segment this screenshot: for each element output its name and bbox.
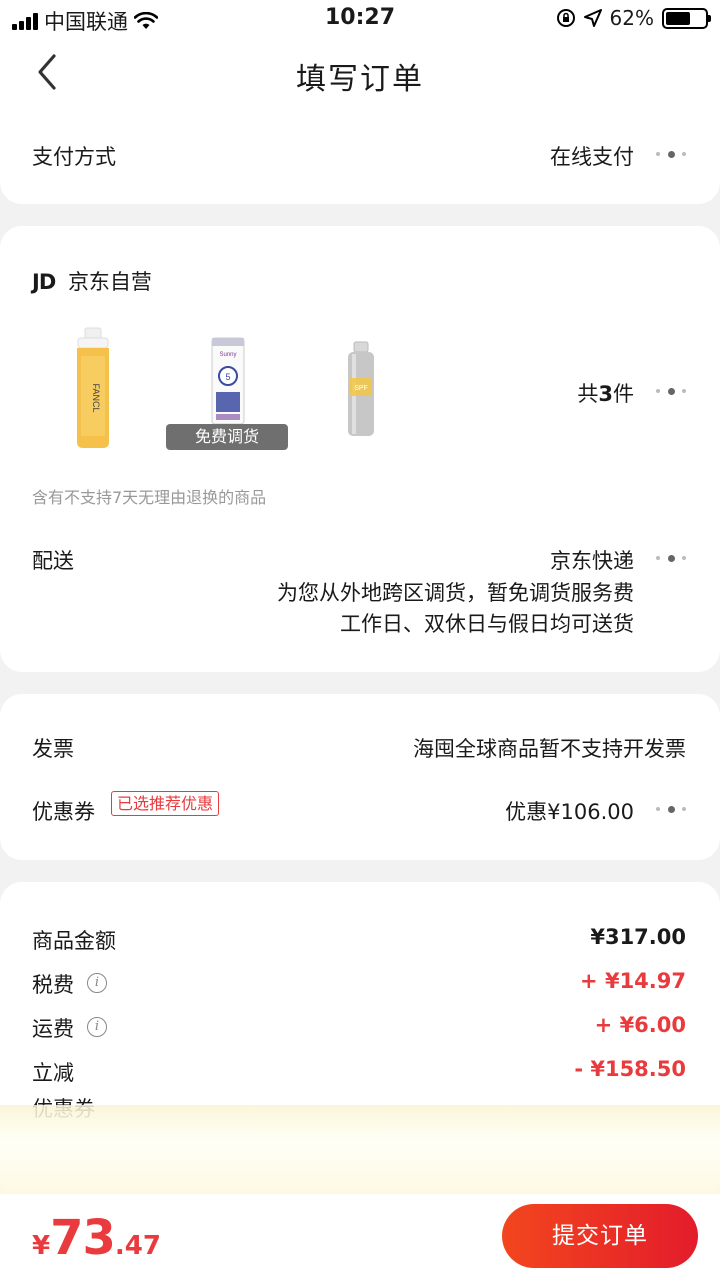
invoice-value: 海囤全球商品暂不支持开发票 xyxy=(413,737,686,761)
store-name: 京东自营 xyxy=(67,270,152,294)
summary-label: 运费 xyxy=(32,1017,74,1041)
status-bar: 中国联通 10:27 62% xyxy=(0,0,720,36)
svg-text:Sunny: Sunny xyxy=(219,352,236,358)
free-transfer-tag: 免费调货 xyxy=(166,424,288,450)
battery-percent: 62% xyxy=(609,6,654,30)
store-header: JD 京东自营 xyxy=(32,266,152,296)
coupon-label: 优惠券 xyxy=(32,800,95,824)
product-image-spray[interactable]: SPF xyxy=(344,340,378,440)
svg-text:FANCL: FANCL xyxy=(91,383,101,412)
page-title: 填写订单 xyxy=(296,62,424,97)
item-count-prefix: 共 xyxy=(577,382,599,406)
summary-value: + ¥6.00 xyxy=(594,1013,686,1037)
summary-label: 税费 xyxy=(32,973,74,997)
coupon-value[interactable]: 优惠¥106.00 xyxy=(505,796,634,826)
payment-value: 在线支付 xyxy=(550,145,634,169)
summary-value: - ¥158.50 xyxy=(574,1057,686,1081)
payment-card[interactable]: 支付方式 在线支付 xyxy=(0,104,720,204)
status-right: 62% xyxy=(556,6,711,30)
invoice-coupon-card: 发票 海囤全球商品暂不支持开发票 优惠券 已选推荐优惠 优惠¥106.00 xyxy=(0,694,720,860)
product-image-fancl[interactable]: FANCL xyxy=(70,326,116,450)
jd-logo: JD xyxy=(32,270,56,294)
bottom-bar: ¥73.47 提交订单 xyxy=(0,1194,720,1280)
summary-label: 商品金额 xyxy=(32,929,116,953)
more-dots-icon[interactable] xyxy=(656,149,686,159)
item-count-suffix: 件 xyxy=(613,382,634,406)
location-arrow-icon xyxy=(583,9,602,27)
coupon-recommended-tag: 已选推荐优惠 xyxy=(111,791,220,816)
delivery-label: 配送 xyxy=(32,549,74,573)
battery-fill xyxy=(666,11,690,25)
delivery-carrier[interactable]: 京东快递 xyxy=(550,545,634,575)
promo-overlay xyxy=(0,1105,720,1194)
item-count-number: 3 xyxy=(598,382,613,406)
return-notice: 含有不支持7天无理由退换的商品 xyxy=(32,488,267,507)
currency-symbol: ¥ xyxy=(32,1231,51,1261)
svg-text:5: 5 xyxy=(225,372,230,382)
info-icon[interactable]: i xyxy=(87,1017,107,1037)
page-header: 填写订单 xyxy=(0,36,720,110)
svg-text:SPF: SPF xyxy=(354,385,368,392)
invoice-label: 发票 xyxy=(32,737,74,761)
more-dots-icon[interactable] xyxy=(656,804,686,814)
payment-label: 支付方式 xyxy=(32,145,116,169)
more-dots-icon[interactable] xyxy=(656,553,686,563)
store-card: JD 京东自营 FANCL fancl-bottle-icon Sunny 5 … xyxy=(0,226,720,672)
item-count[interactable]: 共3件 xyxy=(577,378,634,408)
delivery-note-2: 工作日、双休日与假日均可送货 xyxy=(340,612,634,636)
product-image-sunscreen[interactable]: Sunny 5 xyxy=(208,336,248,428)
submit-order-button[interactable]: 提交订单 xyxy=(502,1204,698,1268)
summary-value: + ¥14.97 xyxy=(580,969,686,993)
orientation-lock-icon xyxy=(556,9,575,27)
price-integer: 73 xyxy=(50,1210,116,1266)
battery-icon xyxy=(662,7,711,29)
info-icon[interactable]: i xyxy=(87,973,107,993)
summary-label: 立减 xyxy=(32,1061,74,1085)
total-price: ¥73.47 xyxy=(32,1210,161,1266)
summary-value: ¥317.00 xyxy=(590,925,686,949)
more-dots-icon[interactable] xyxy=(656,386,686,396)
delivery-note-1: 为您从外地跨区调货，暂免调货服务费 xyxy=(277,581,634,605)
price-decimal: .47 xyxy=(114,1231,161,1261)
